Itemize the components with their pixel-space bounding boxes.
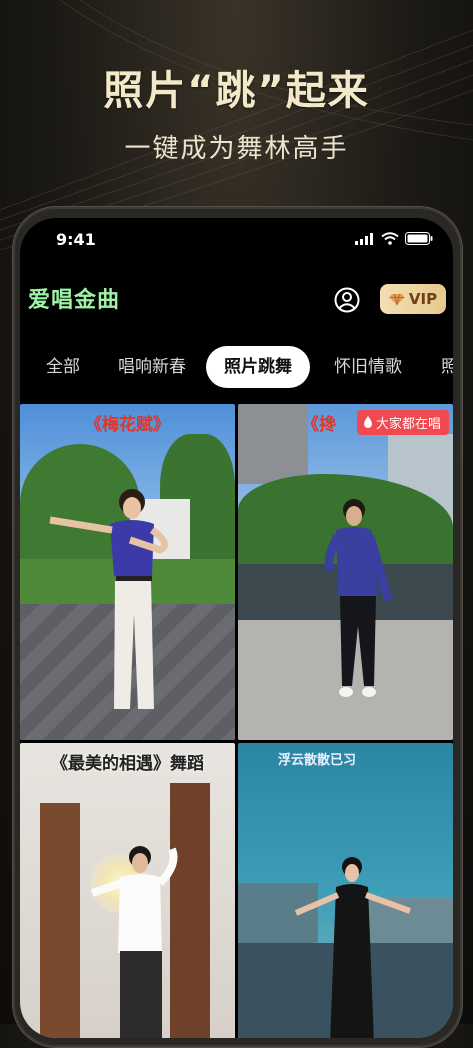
dancer-figure — [324, 499, 393, 697]
wifi-icon — [381, 232, 399, 245]
video-card[interactable]: 《搀 大家都在唱 — [238, 404, 453, 740]
card-title: 浮云散散已习 — [278, 753, 357, 768]
battery-icon — [405, 232, 433, 245]
vip-label: VIP — [408, 290, 438, 308]
card-title: 《梅花赋》 — [85, 415, 170, 435]
hero-title: 照片“跳”起来 — [103, 68, 370, 114]
status-time: 9:41 — [56, 230, 96, 249]
trending-badge: 大家都在唱 — [356, 410, 449, 435]
dancer-figure — [49, 489, 168, 709]
dancer-figure — [294, 857, 412, 1038]
decorative-calligraphy — [244, 749, 270, 809]
app-header: 爱唱金曲 VIP — [20, 280, 453, 320]
profile-icon[interactable] — [333, 286, 361, 314]
signal-icon — [355, 232, 373, 245]
diamond-icon — [389, 293, 405, 305]
video-card[interactable]: 《最美的相遇》舞蹈 — [20, 743, 235, 1038]
tab-more[interactable]: 照 — [441, 346, 453, 388]
tab-all[interactable]: 全部 — [46, 346, 80, 388]
card-title: 《最美的相遇》舞蹈 — [51, 754, 204, 774]
tab-nostalgic[interactable]: 怀旧情歌 — [334, 346, 402, 388]
app-logo: 爱唱金曲 — [28, 288, 121, 313]
app-screen: 9:41 爱唱金曲 VIP 全部 唱响新春 照片跳舞 怀旧情歌 照 《梅花赋》 … — [20, 218, 453, 1038]
tab-photo-dance[interactable]: 照片跳舞 — [206, 346, 310, 388]
video-card[interactable]: 浮云散散已习 — [238, 743, 453, 1038]
badge-label: 大家都在唱 — [375, 417, 441, 432]
flame-icon — [363, 416, 372, 428]
hero-subtitle: 一键成为舞林高手 — [124, 134, 349, 164]
vip-button[interactable]: VIP — [380, 284, 446, 314]
category-tabs: 全部 唱响新春 照片跳舞 怀旧情歌 照 — [20, 346, 453, 390]
dancer-figure — [90, 846, 178, 1038]
tab-spring[interactable]: 唱响新春 — [118, 346, 186, 388]
video-card[interactable]: 《梅花赋》 — [20, 404, 235, 740]
status-icons — [355, 232, 433, 245]
